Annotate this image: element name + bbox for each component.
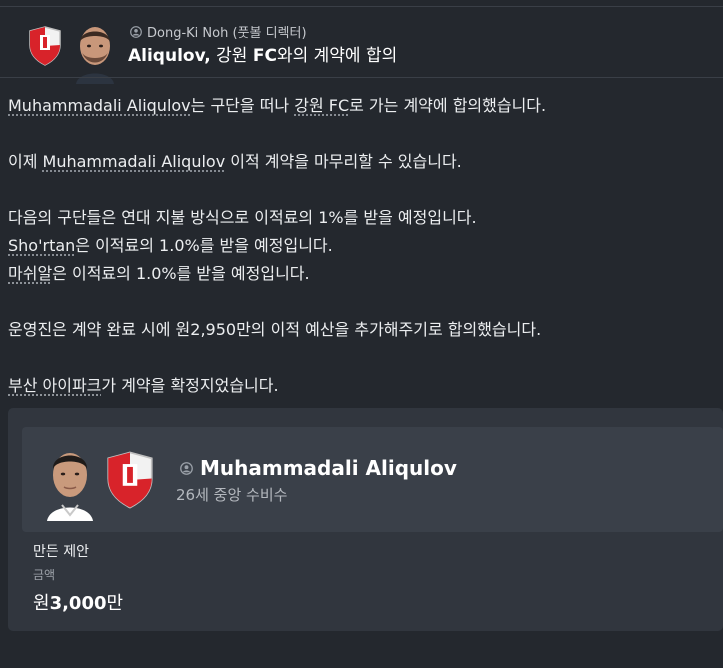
player-link[interactable]: Muhammadali Aliqulov — [8, 96, 191, 115]
player-meta: 26세 중앙 수비수 — [176, 486, 288, 504]
club-link[interactable]: 마쉬알 — [8, 264, 52, 283]
body-text: 은 이적료의 1.0%를 받을 예정입니다. — [52, 264, 310, 283]
body-text: 은 이적료의 1.0%를 받을 예정입니다. — [75, 236, 333, 255]
body-line-5: 마쉬알은 이적료의 1.0%를 받을 예정입니다. — [8, 260, 310, 284]
header-divider — [0, 77, 723, 78]
offer-amount: 원3,000만 — [33, 589, 123, 615]
director-avatar[interactable] — [72, 22, 118, 84]
club-link[interactable]: Sho'rtan — [8, 236, 75, 255]
club-link[interactable]: 강원 FC — [294, 96, 349, 115]
person-icon — [130, 25, 142, 38]
message-header: Dong-Ki Noh (풋볼 디렉터) Aliqulov, 강원 FC와의 계… — [0, 8, 723, 84]
body-line-3: 다음의 구단들은 연대 지불 방식으로 이적료의 1%를 받을 예정입니다. — [8, 208, 477, 227]
club-crest-icon[interactable] — [28, 26, 62, 66]
body-text: 가 계약을 확정지었습니다. — [101, 376, 279, 395]
player-link[interactable]: Muhammadali Aliqulov — [43, 152, 226, 171]
subject-pre: 강원 — [210, 46, 253, 66]
amount-prefix: 원 — [33, 593, 50, 614]
player-name-row[interactable]: Muhammadali Aliqulov — [180, 456, 457, 480]
body-line-7: 부산 아이파크가 계약을 확정지었습니다. — [8, 372, 279, 396]
body-text: 이적 계약을 마무리할 수 있습니다. — [225, 152, 462, 171]
player-name[interactable]: Muhammadali Aliqulov — [200, 456, 457, 480]
top-border — [0, 6, 723, 7]
amount-value: 3,000 — [49, 593, 107, 614]
amount-suffix: 만 — [106, 593, 124, 614]
body-line-2: 이제 Muhammadali Aliqulov 이적 계약을 마무리할 수 있습… — [8, 148, 462, 172]
subject-fc: FC — [252, 46, 277, 66]
subject-player[interactable]: Aliqulov, — [128, 46, 211, 66]
amount-label: 금액 — [33, 568, 56, 582]
person-icon — [180, 461, 193, 475]
player-card[interactable]: Muhammadali Aliqulov 26세 중앙 수비수 — [22, 427, 723, 532]
club-crest-icon[interactable] — [105, 451, 155, 509]
body-text: 이제 — [8, 152, 43, 171]
body-line-6: 운영진은 계약 완료 시에 원2,950만의 이적 예산을 추가해주기로 합의했… — [8, 320, 542, 339]
body-text: 는 구단을 떠나 — [190, 96, 295, 115]
body-text: 로 가는 계약에 합의했습니다. — [349, 96, 547, 115]
sender-line[interactable]: Dong-Ki Noh (풋볼 디렉터) — [130, 22, 307, 41]
body-line-1: Muhammadali Aliqulov는 구단을 떠나 강원 FC로 가는 계… — [8, 92, 546, 116]
subject-post: 와의 계약에 합의 — [276, 46, 398, 66]
offer-label: 만든 제안 — [33, 544, 89, 560]
player-avatar[interactable] — [42, 443, 98, 521]
club-link[interactable]: 부산 아이파크 — [8, 376, 101, 395]
body-line-4: Sho'rtan은 이적료의 1.0%를 받을 예정입니다. — [8, 232, 333, 256]
sender-name[interactable]: Dong-Ki Noh (풋볼 디렉터) — [147, 22, 307, 41]
message-subject: Aliqulov, 강원 FC와의 계약에 합의 — [128, 41, 397, 66]
